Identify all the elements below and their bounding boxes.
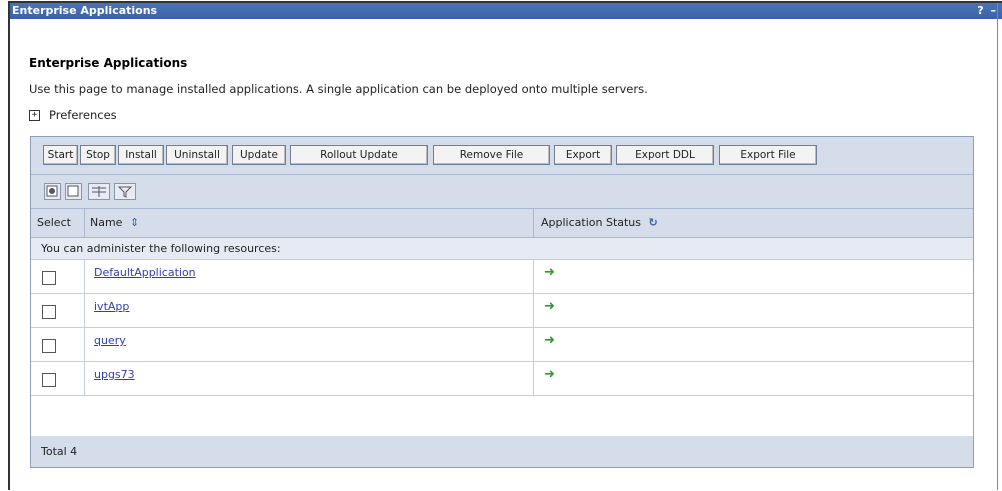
show-filter-icon[interactable]: [88, 183, 110, 200]
table-header: Select Name ⇕ Application Status ↻: [31, 209, 973, 238]
started-arrow-icon: ➜: [544, 333, 555, 348]
help-icon[interactable]: ?: [977, 4, 983, 17]
table-row: query ➜: [31, 328, 973, 362]
row-checkbox[interactable]: [42, 373, 56, 387]
started-arrow-icon: ➜: [544, 265, 555, 280]
column-name-label[interactable]: Name: [90, 216, 122, 229]
action-toolbar: Start Stop Install Uninstall Update Roll…: [31, 137, 973, 175]
started-arrow-icon: ➜: [544, 299, 555, 314]
window-titlebar: Enterprise Applications ? –: [10, 3, 1002, 19]
export-file-button[interactable]: Export File: [719, 145, 817, 165]
preferences-label[interactable]: Preferences: [49, 108, 117, 122]
install-button[interactable]: Install: [118, 145, 164, 165]
table-total: Total 4: [31, 436, 973, 467]
preferences-toggle[interactable]: + Preferences: [29, 108, 117, 122]
window-controls: ? –: [974, 3, 996, 19]
selection-toolbar: [31, 175, 973, 209]
expand-icon[interactable]: +: [29, 109, 40, 121]
clear-filter-icon[interactable]: [114, 183, 136, 200]
export-button[interactable]: Export: [554, 145, 612, 165]
refresh-icon[interactable]: ↻: [649, 216, 658, 229]
start-button[interactable]: Start: [43, 145, 78, 165]
table-row: DefaultApplication ➜: [31, 260, 973, 294]
table-row: upgs73 ➜: [31, 362, 973, 396]
column-divider: [533, 209, 534, 237]
stop-button[interactable]: Stop: [80, 145, 116, 165]
admin-note: You can administer the following resourc…: [31, 238, 973, 260]
column-name[interactable]: Name ⇕: [90, 209, 139, 237]
column-select: Select: [37, 216, 71, 229]
window-title: Enterprise Applications: [12, 4, 158, 17]
application-link[interactable]: DefaultApplication: [94, 266, 196, 279]
minimize-icon[interactable]: –: [991, 4, 997, 17]
application-link[interactable]: ivtApp: [94, 300, 129, 313]
column-status-label: Application Status: [541, 216, 642, 229]
window-right-border: [997, 3, 998, 490]
application-link[interactable]: upgs73: [94, 368, 135, 381]
started-arrow-icon: ➜: [544, 367, 555, 382]
update-button[interactable]: Update: [232, 145, 286, 165]
application-link[interactable]: query: [94, 334, 126, 347]
applications-panel: Start Stop Install Uninstall Update Roll…: [30, 136, 974, 468]
column-divider: [84, 209, 85, 237]
remove-file-button[interactable]: Remove File: [433, 145, 550, 165]
row-checkbox[interactable]: [42, 305, 56, 319]
uninstall-button[interactable]: Uninstall: [166, 145, 228, 165]
select-all-icon[interactable]: [44, 183, 61, 200]
table-row: ivtApp ➜: [31, 294, 973, 328]
row-checkbox[interactable]: [42, 339, 56, 353]
sort-icon[interactable]: ⇕: [130, 216, 139, 229]
page-title: Enterprise Applications: [29, 56, 188, 70]
page-description: Use this page to manage installed applic…: [29, 82, 648, 96]
deselect-all-icon[interactable]: [65, 183, 82, 200]
column-status: Application Status ↻: [541, 209, 658, 237]
rollout-update-button[interactable]: Rollout Update: [290, 145, 428, 165]
row-checkbox[interactable]: [42, 271, 56, 285]
export-ddl-button[interactable]: Export DDL: [616, 145, 714, 165]
